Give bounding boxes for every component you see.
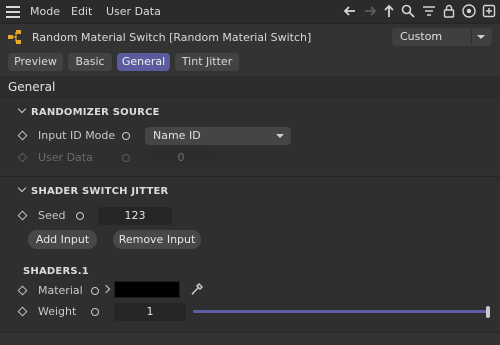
object-title: Random Material Switch [Random Material … [32, 31, 312, 44]
tab-general[interactable]: General [117, 53, 170, 71]
add-input-button[interactable]: Add Input [28, 230, 97, 249]
material-label: Material [38, 284, 83, 297]
weight-label: Weight [38, 305, 77, 318]
chevron-down-icon [276, 134, 284, 138]
animate-radio-icon[interactable] [76, 212, 84, 220]
material-swatch[interactable] [114, 281, 180, 298]
weight-slider-handle[interactable] [486, 306, 490, 318]
animate-radio-icon [122, 154, 130, 162]
shaders-heading: SHADERS.1 [23, 266, 89, 277]
tab-tint-jitter[interactable]: Tint Jitter [175, 53, 239, 71]
preset-value: Custom [400, 30, 443, 43]
eyedropper-icon[interactable] [190, 282, 204, 296]
target-icon[interactable] [461, 3, 477, 21]
animate-radio-icon[interactable] [91, 287, 99, 295]
divider [0, 332, 500, 333]
weight-field[interactable]: 1 [114, 303, 186, 321]
menu-mode[interactable]: Mode [30, 5, 60, 18]
user-data-label: User Data [38, 151, 93, 164]
menu-edit[interactable]: Edit [71, 5, 92, 18]
lock-icon[interactable] [441, 3, 457, 21]
tab-basic[interactable]: Basic [68, 53, 112, 71]
randomizer-heading: RANDOMIZER SOURCE [31, 107, 160, 118]
animate-radio-icon[interactable] [91, 308, 99, 316]
weight-slider-track[interactable] [193, 310, 490, 313]
user-data-field: 0 [145, 149, 217, 167]
input-id-mode-dropdown[interactable]: Name ID [145, 127, 291, 145]
material-switch-icon [8, 30, 26, 44]
new-window-icon[interactable] [481, 3, 497, 21]
search-icon[interactable] [400, 3, 416, 21]
remove-input-button[interactable]: Remove Input [113, 230, 201, 249]
up-arrow-icon[interactable] [381, 3, 397, 21]
filter-icon[interactable] [421, 3, 437, 21]
preset-dropdown[interactable]: Custom [392, 28, 492, 46]
hamburger-menu-icon[interactable] [6, 6, 20, 18]
seed-field[interactable]: 123 [98, 207, 172, 225]
back-arrow-icon[interactable] [342, 3, 358, 21]
tab-preview[interactable]: Preview [8, 53, 63, 71]
section-title: General [8, 80, 56, 94]
menu-user-data[interactable]: User Data [106, 5, 161, 18]
jitter-heading: SHADER SWITCH JITTER [31, 186, 169, 197]
input-id-mode-label: Input ID Mode [38, 129, 116, 142]
forward-arrow-icon[interactable] [362, 3, 378, 21]
section-title-bar [0, 76, 500, 98]
input-id-mode-value: Name ID [153, 129, 201, 142]
chevron-down-icon [477, 35, 485, 39]
seed-label: Seed [38, 209, 66, 222]
animate-radio-icon[interactable] [122, 132, 130, 140]
